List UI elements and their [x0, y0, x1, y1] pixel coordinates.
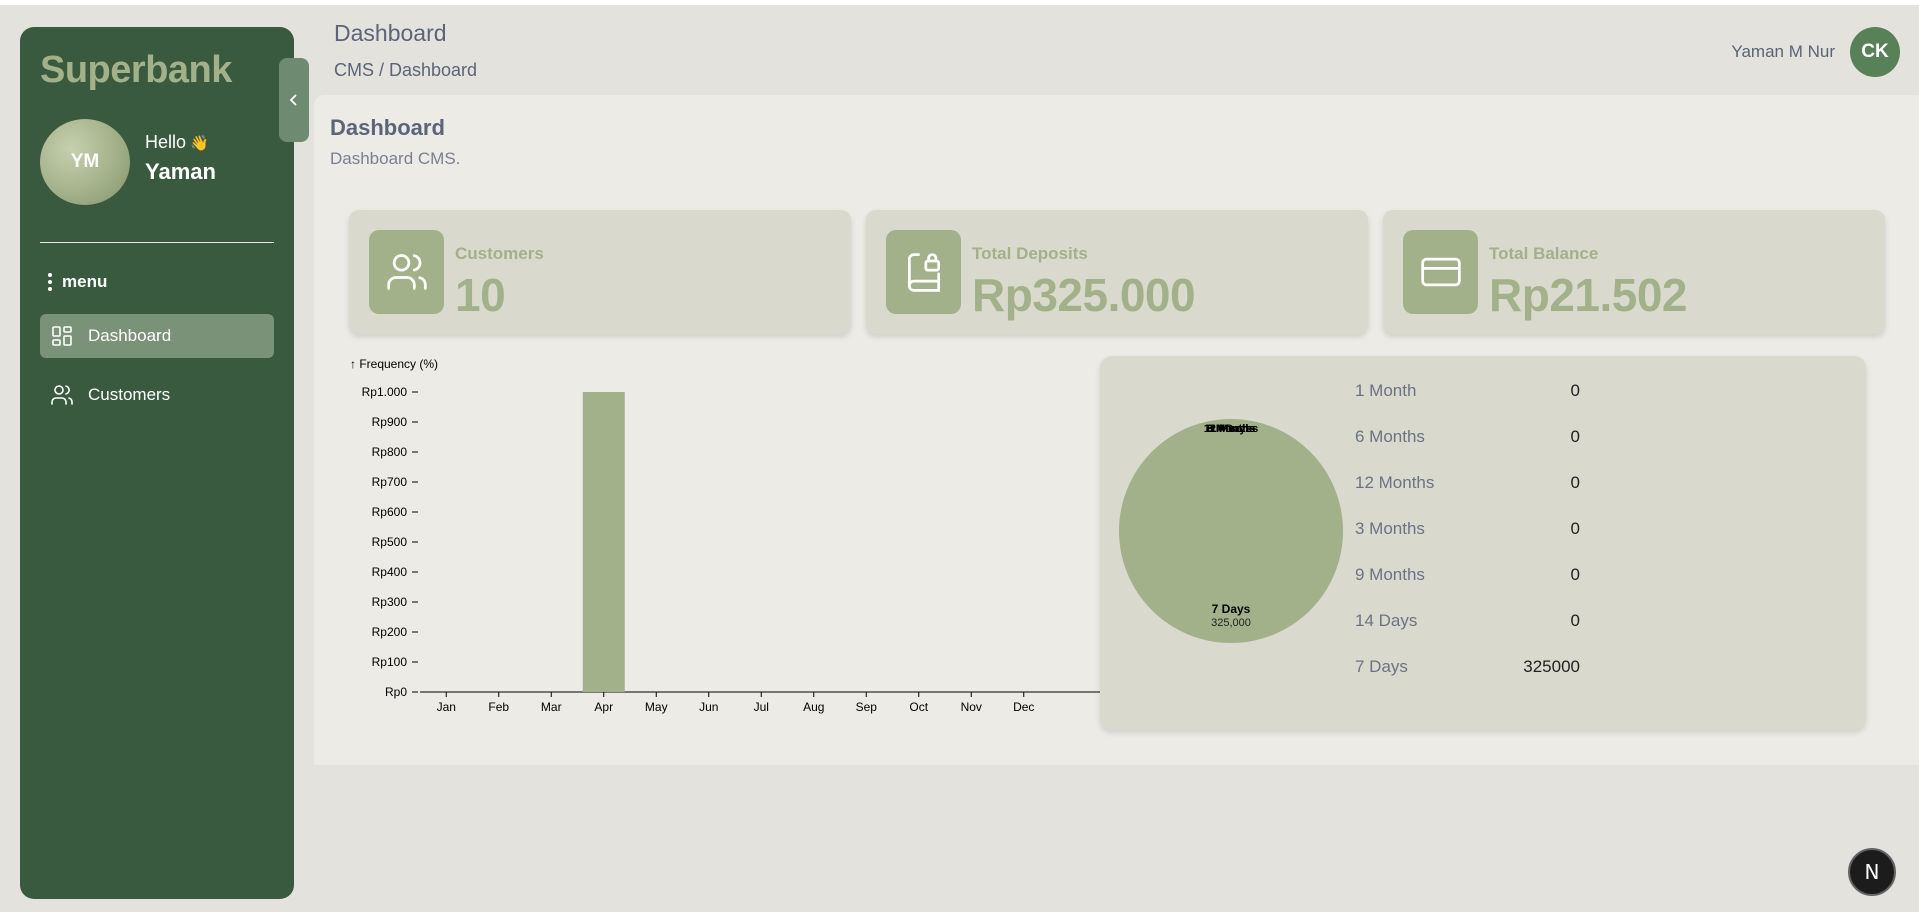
legend-label: 1 Month: [1355, 381, 1417, 400]
stat-value: 10: [455, 269, 506, 321]
stat-value: Rp325.000: [972, 269, 1196, 321]
x-tick-label: Dec: [1013, 700, 1034, 714]
y-tick-label: Rp800: [372, 445, 408, 459]
x-tick-label: Feb: [488, 700, 509, 714]
legend-value: 0: [1570, 427, 1580, 446]
x-tick-label: Mar: [541, 700, 562, 714]
users-icon: [369, 230, 444, 314]
x-tick-label: Jul: [754, 700, 769, 714]
x-tick-label: Sep: [856, 700, 878, 714]
x-tick-label: Oct: [909, 700, 928, 714]
stat-card-customers: Customers 10: [349, 210, 851, 334]
legend-label: 9 Months: [1355, 565, 1425, 584]
greeting-text: Hello: [145, 132, 187, 152]
stat-label: Total Balance: [1489, 244, 1599, 263]
x-tick-label: May: [645, 700, 668, 714]
y-tick-label: Rp1.000: [362, 385, 408, 399]
brand-logo[interactable]: Superbank: [40, 49, 232, 92]
x-tick-label: Jun: [699, 700, 718, 714]
legend-value: 0: [1570, 565, 1580, 584]
legend-label: 7 Days: [1355, 657, 1408, 676]
y-tick-label: Rp400: [372, 565, 408, 579]
pie-label-main: 7 Days: [1212, 602, 1251, 616]
x-tick-label: Apr: [594, 700, 613, 714]
pie-label-overlap: 14 Days: [1210, 423, 1252, 435]
profile-username: Yaman: [145, 159, 216, 184]
dashboard-grid-icon: [52, 326, 72, 346]
y-tick-label: Rp600: [372, 505, 408, 519]
y-tick-label: Rp100: [372, 655, 408, 669]
legend-label: 3 Months: [1355, 519, 1425, 538]
sidebar-collapse-toggle[interactable]: [279, 58, 309, 142]
y-axis-label: ↑ Frequency (%): [350, 357, 438, 371]
legend-value: 0: [1570, 519, 1580, 538]
deposit-term-pie-chart: 1 Month6 Months12 Months3 Months9 Months…: [1119, 419, 1343, 643]
legend-value: 325000: [1523, 657, 1580, 676]
users-icon: [51, 385, 73, 405]
legend-row: 6 Months 0: [1355, 422, 1605, 452]
window-top-strip: [0, 0, 1919, 5]
stat-value: Rp21.502: [1489, 269, 1688, 321]
header-title: Dashboard: [334, 20, 447, 46]
y-tick-label: Rp500: [372, 535, 408, 549]
y-tick-label: Rp700: [372, 475, 408, 489]
next-dev-badge[interactable]: N: [1848, 848, 1896, 896]
sidebar-item-customers[interactable]: Customers: [40, 373, 274, 417]
breadcrumb[interactable]: CMS / Dashboard: [334, 60, 477, 81]
pie-value-main: 325,000: [1211, 617, 1251, 629]
stat-card-total-balance: Total Balance Rp21.502: [1383, 210, 1885, 334]
legend-label: 6 Months: [1355, 427, 1425, 446]
legend-row: 1 Month 0: [1355, 376, 1605, 406]
legend-label: 12 Months: [1355, 473, 1435, 492]
y-tick-label: Rp200: [372, 625, 408, 639]
legend-row: 9 Months 0: [1355, 560, 1605, 590]
profile-avatar: YM: [40, 119, 130, 205]
y-tick-label: Rp0: [385, 685, 407, 699]
wave-icon: 👋: [190, 135, 209, 152]
greeting: Hello 👋: [145, 132, 209, 153]
sidebar-item-label: Dashboard: [88, 326, 172, 345]
kebab-icon: [48, 273, 52, 291]
menu-heading-label: menu: [62, 272, 108, 291]
book-lock-icon: [886, 230, 961, 314]
legend-label: 14 Days: [1355, 611, 1418, 630]
page-title: Dashboard: [330, 115, 445, 140]
legend-row: 7 Days 325000: [1355, 652, 1605, 682]
x-tick-label: Nov: [961, 700, 982, 714]
chevron-left-icon: [289, 94, 297, 106]
legend-row: 14 Days 0: [1355, 606, 1605, 636]
deposit-term-card: 1 Month 6 Months 12 Months 3 Months 9 Months…: [1100, 356, 1866, 730]
menu-heading: menu: [48, 272, 107, 292]
stat-card-total-deposits: Total Deposits Rp325.000: [866, 210, 1368, 334]
legend-value: 0: [1570, 473, 1580, 492]
sidebar-divider: [40, 242, 274, 243]
page-description: Dashboard CMS.: [330, 149, 461, 168]
y-tick-label: Rp300: [372, 595, 408, 609]
user-avatar[interactable]: CK: [1850, 27, 1900, 77]
monthly-bar-chart: ↑ Frequency (%) Rp0 Rp100 Rp200 Rp300 Rp400 Rp…: [350, 357, 1100, 714]
legend-row: 12 Months 0: [1355, 468, 1605, 498]
legend-value: 0: [1570, 611, 1580, 630]
x-tick-label: Aug: [803, 700, 824, 714]
credit-card-icon: [1403, 230, 1478, 314]
stat-label: Customers: [455, 244, 544, 263]
sidebar-item-dashboard[interactable]: Dashboard: [40, 314, 274, 358]
stat-label: Total Deposits: [972, 244, 1088, 263]
legend-value: 0: [1570, 381, 1580, 400]
bar-apr: [582, 392, 625, 692]
legend-row: 3 Months 0: [1355, 514, 1605, 544]
sidebar-item-label: Customers: [88, 385, 171, 404]
header-user-name[interactable]: Yaman M Nur: [1731, 42, 1835, 62]
x-tick-label: Jan: [437, 700, 456, 714]
sidebar: Superbank YM Hello 👋 Yaman menu Dashboard…: [20, 27, 294, 899]
y-tick-label: Rp900: [372, 415, 408, 429]
